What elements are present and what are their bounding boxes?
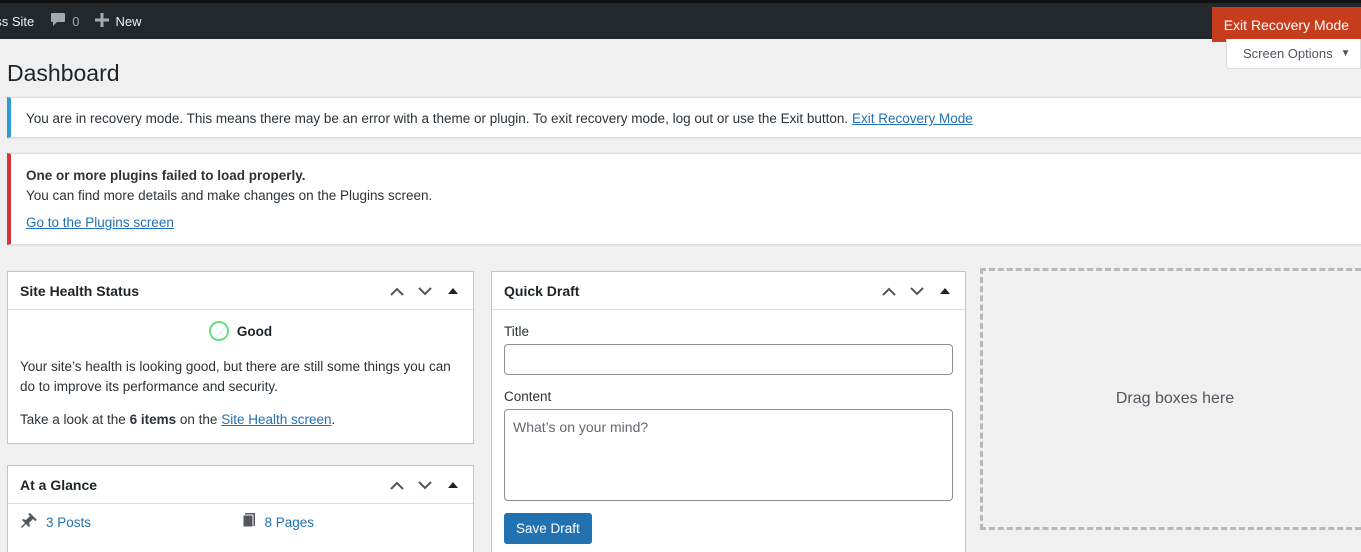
comments-count: 0 — [72, 13, 80, 29]
collapse-toggle-icon[interactable] — [933, 279, 957, 303]
quick-draft-header: Quick Draft — [492, 272, 965, 310]
health-items-count: 6 items — [129, 412, 177, 427]
empty-dropzone[interactable]: Drag boxes here — [980, 268, 1361, 530]
pages-count-label: 8 Pages — [264, 514, 315, 530]
status-ring-icon — [208, 321, 229, 341]
screen-options-label: Screen Options — [1243, 46, 1333, 61]
move-up-icon[interactable] — [385, 279, 409, 303]
site-health-title: Site Health Status — [20, 282, 140, 299]
speech-bubble-icon — [50, 12, 66, 30]
quick-draft-widget: Quick Draft Title Content What’s on your… — [491, 271, 966, 552]
pages-icon — [241, 512, 257, 532]
at-a-glance-title: At a Glance — [20, 476, 98, 493]
draft-title-input[interactable] — [504, 344, 953, 375]
comments-link[interactable]: 0 — [42, 3, 87, 39]
health-items-suffix: . — [331, 412, 336, 427]
exit-recovery-label: Exit Recovery Mode — [1223, 16, 1349, 33]
move-up-icon[interactable] — [877, 279, 901, 303]
health-status-label: Good — [236, 323, 273, 339]
plugin-error-notice: One or more plugins failed to load prope… — [7, 153, 1361, 245]
at-a-glance-header: At a Glance — [8, 466, 473, 504]
site-health-screen-link[interactable]: Site Health screen — [221, 412, 331, 427]
new-label: New — [115, 13, 142, 29]
health-items-mid: on the — [179, 412, 218, 427]
collapse-toggle-icon[interactable] — [441, 473, 465, 497]
exit-recovery-mode-button[interactable]: Exit Recovery Mode — [1211, 7, 1361, 42]
caret-down-icon: ▼ — [1340, 48, 1351, 59]
draft-title-label: Title — [504, 324, 530, 339]
posts-count-label: 3 Posts — [46, 514, 92, 530]
draft-content-label: Content — [504, 389, 552, 404]
recovery-mode-notice: You are in recovery mode. This means the… — [7, 97, 1361, 138]
site-health-header: Site Health Status — [8, 272, 473, 310]
plugin-error-text: You can find more details and make chang… — [26, 188, 433, 203]
pushpin-icon — [20, 512, 38, 532]
pages-count-link[interactable]: 8 Pages — [241, 512, 462, 532]
new-content-link[interactable]: New — [87, 3, 149, 39]
move-down-icon[interactable] — [413, 279, 437, 303]
posts-count-link[interactable]: 3 Posts — [20, 512, 241, 532]
health-items-line: Take a look at the 6 items on the Site H… — [8, 410, 473, 430]
plugins-screen-link[interactable]: Go to the Plugins screen — [26, 215, 1361, 230]
admin-bar: ess Site 0 New Exit Recovery Mode — [0, 0, 1361, 42]
page-title: Dashboard — [7, 60, 120, 86]
site-name-link[interactable]: ess Site — [0, 3, 42, 39]
save-draft-button[interactable]: Save Draft — [504, 513, 592, 544]
exit-recovery-link[interactable]: Exit Recovery Mode — [852, 111, 973, 126]
plugin-error-heading: One or more plugins failed to load prope… — [26, 168, 306, 183]
move-down-icon[interactable] — [905, 279, 929, 303]
dropzone-label: Drag boxes here — [1115, 390, 1235, 407]
move-down-icon[interactable] — [413, 473, 437, 497]
draft-content-textarea[interactable]: What’s on your mind? — [504, 409, 953, 501]
site-health-widget: Site Health Status Good Your site’s heal… — [7, 271, 474, 444]
health-description: Your site’s health is looking good, but … — [20, 359, 451, 394]
health-items-prefix: Take a look at the — [20, 412, 126, 427]
collapse-toggle-icon[interactable] — [441, 279, 465, 303]
at-a-glance-widget: At a Glance 3 Posts 8 Pages — [7, 465, 474, 552]
health-status: Good — [8, 321, 473, 341]
move-up-icon[interactable] — [385, 473, 409, 497]
quick-draft-title: Quick Draft — [504, 282, 580, 299]
screen-options-button[interactable]: Screen Options ▼ — [1226, 39, 1361, 69]
site-name-label: ess Site — [0, 13, 35, 29]
plus-icon — [95, 12, 110, 30]
recovery-mode-text: You are in recovery mode. This means the… — [26, 111, 849, 126]
